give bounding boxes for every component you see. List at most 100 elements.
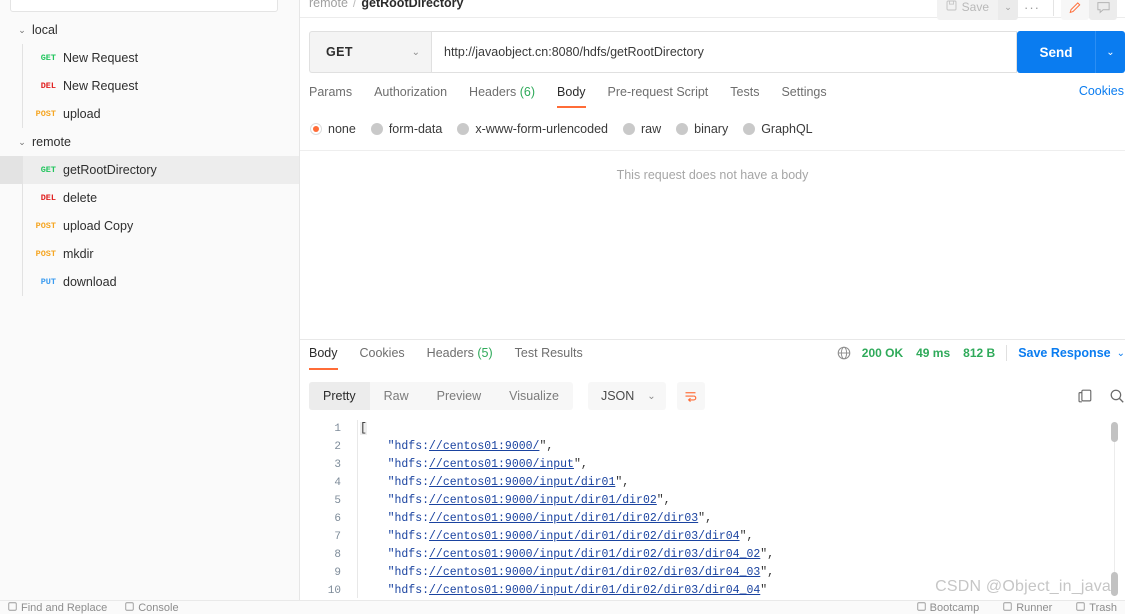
response-language-select[interactable]: JSON ⌄ — [587, 382, 666, 410]
response-body-viewer[interactable]: 1 2 3 4 5 6 7 8 9 10 [ "hdfs://centos01:9000/", "… — [300, 420, 1125, 598]
sidebar-request-mkdir[interactable]: POST mkdir — [0, 240, 299, 268]
status-bar-item-find-and-replace[interactable]: Find and Replace — [8, 602, 107, 614]
code-link[interactable]: //centos01:9000/input/dir01/dir02/dir03/… — [429, 530, 740, 543]
code-string-suffix: ", — [698, 512, 712, 525]
tab-test-results[interactable]: Test Results — [504, 345, 594, 371]
tab-cookies[interactable]: Cookies — [349, 345, 416, 371]
code-link[interactable]: //centos01:9000/input/dir01 — [429, 476, 615, 489]
response-view-visualize[interactable]: Visualize — [495, 382, 573, 410]
scrollbar-thumb[interactable] — [1111, 572, 1118, 596]
body-type-label: raw — [641, 122, 662, 136]
response-scrollbar[interactable] — [1111, 422, 1118, 598]
code-string-suffix: ", — [760, 548, 775, 561]
status-bar-item-console[interactable]: Console — [125, 601, 179, 614]
status-bar-item-trash[interactable]: Trash — [1076, 602, 1117, 614]
tab-label: Body — [309, 346, 338, 360]
comment-icon[interactable] — [1089, 0, 1117, 20]
more-actions-button[interactable]: ··· — [1018, 0, 1046, 20]
tab-pre-request-script[interactable]: Pre-request Script — [597, 84, 720, 110]
tab-body[interactable]: Body — [546, 84, 597, 110]
code-link[interactable]: //centos01:9000/input — [429, 458, 574, 471]
scrollbar-thumb-top[interactable] — [1111, 422, 1118, 442]
status-badge: 200 OK — [861, 346, 904, 360]
chevron-down-icon: ⌄ — [18, 136, 26, 147]
sidebar-request-delete[interactable]: DEL delete — [0, 184, 299, 212]
sidebar-request-new-request[interactable]: GET New Request — [0, 44, 299, 72]
sidebar-folder-remote[interactable]: ⌄ remote — [0, 128, 299, 156]
tab-label: Headers — [426, 346, 474, 360]
tab-label: Cookies — [359, 346, 405, 360]
sidebar-request-upload-copy[interactable]: POST upload Copy — [0, 212, 299, 240]
copy-icon[interactable] — [1077, 388, 1093, 404]
code-link[interactable]: //centos01:9000/ — [429, 440, 539, 453]
status-bar-item-bootcamp[interactable]: Bootcamp — [916, 602, 979, 614]
sidebar-request-download[interactable]: PUT download — [0, 268, 299, 296]
breadcrumb-parent[interactable]: remote — [309, 0, 348, 10]
tab-headers[interactable]: Headers (6) — [458, 84, 546, 110]
code-link[interactable]: //centos01:9000/input/dir01/dir02/dir03/… — [429, 566, 760, 579]
code-string-prefix: "hdfs: — [360, 548, 430, 561]
status-bar-item-runner[interactable]: Runner — [1003, 602, 1052, 614]
cookies-link[interactable]: Cookies — [1079, 84, 1125, 98]
code-line: "hdfs://centos01:9000/input/dir01/dir02"… — [360, 492, 1105, 510]
body-type-radio-x-www-form-urlencoded[interactable]: x-www-form-urlencoded — [457, 122, 608, 136]
collection-tree: ⌄ local GET New Request DEL New Request POST up… — [0, 16, 299, 296]
code-link[interactable]: //centos01:9000/input/dir01/dir02/dir03 — [429, 512, 698, 525]
body-type-radio-none[interactable]: none — [310, 122, 356, 136]
body-type-label: binary — [694, 122, 729, 136]
tab-params[interactable]: Params — [309, 84, 363, 110]
send-options-caret-icon[interactable]: ⌄ — [1095, 31, 1125, 73]
save-options-caret-icon[interactable]: ⌄ — [998, 0, 1018, 20]
body-type-label: form-data — [388, 122, 443, 136]
body-type-radio-form-data[interactable]: form-data — [370, 122, 443, 136]
body-type-radio-graphql[interactable]: GraphQL — [743, 122, 813, 136]
request-name-label: mkdir — [63, 247, 94, 261]
tab-body[interactable]: Body — [309, 345, 349, 371]
send-button[interactable]: Send — [1017, 31, 1095, 73]
code-link[interactable]: //centos01:9000/input/dir01/dir02/dir03/… — [429, 584, 760, 597]
radio-dot-icon — [370, 123, 383, 135]
tab-tests[interactable]: Tests — [719, 84, 770, 110]
code-string-prefix: "hdfs: — [360, 566, 430, 579]
sidebar-request-new-request[interactable]: DEL New Request — [0, 72, 299, 100]
response-view-pretty[interactable]: Pretty — [309, 382, 370, 410]
body-type-radio-raw[interactable]: raw — [623, 122, 661, 136]
code-string-suffix: ", — [656, 494, 671, 507]
tab-label: Pre-request Script — [607, 85, 709, 99]
body-type-radio-binary[interactable]: binary — [676, 122, 728, 136]
status-item-icon — [125, 601, 134, 614]
response-meta: 200 OK 49 ms 812 B Save Response ⌄ — [837, 345, 1125, 361]
sidebar-request-upload[interactable]: POST upload — [0, 100, 299, 128]
line-number: 3 — [334, 459, 341, 471]
radio-dot-icon — [457, 123, 470, 135]
sidebar-folder-local[interactable]: ⌄ local — [0, 16, 299, 44]
response-view-raw[interactable]: Raw — [370, 382, 423, 410]
request-name-label: upload — [63, 107, 101, 121]
status-item-label: Find and Replace — [21, 601, 108, 614]
response-tabs: Body Cookies Headers (5) Test Results 200 O… — [309, 345, 1125, 371]
request-method-label: GET — [40, 165, 56, 175]
request-name-label: New Request — [63, 79, 139, 93]
sidebar-search-input[interactable] — [10, 0, 278, 12]
code-line: "hdfs://centos01:9000/input/dir01/dir02/… — [360, 546, 1105, 564]
save-response-caret-icon[interactable]: ⌄ — [1117, 348, 1125, 359]
body-type-label: GraphQL — [761, 122, 813, 136]
wrap-lines-button[interactable] — [676, 382, 705, 410]
request-body-empty-text: This request does not have a body — [616, 168, 809, 182]
tab-authorization[interactable]: Authorization — [363, 84, 458, 110]
line-number: 9 — [334, 567, 341, 579]
code-string-prefix: "hdfs: — [360, 476, 430, 489]
code-link[interactable]: //centos01:9000/input/dir01/dir02 — [429, 494, 657, 507]
search-icon[interactable] — [1109, 388, 1125, 404]
request-tabs: Params Authorization Headers (6) Body Pre-re… — [309, 84, 1125, 110]
save-button[interactable]: Save — [936, 0, 998, 20]
response-view-preview[interactable]: Preview — [423, 382, 495, 410]
sidebar-request-getrootdirectory[interactable]: GET getRootDirectory — [0, 156, 299, 184]
save-response-button[interactable]: Save Response — [1018, 346, 1110, 360]
tab-headers[interactable]: Headers (5) — [416, 345, 504, 371]
url-input[interactable]: http://javaobject.cn:8080/hdfs/getRootDi… — [431, 31, 1017, 73]
tab-settings[interactable]: Settings — [770, 84, 837, 110]
method-select[interactable]: GET ⌄ — [309, 31, 431, 73]
edit-pencil-icon[interactable] — [1061, 0, 1089, 20]
code-link[interactable]: //centos01:9000/input/dir01/dir02/dir03/… — [429, 548, 760, 561]
